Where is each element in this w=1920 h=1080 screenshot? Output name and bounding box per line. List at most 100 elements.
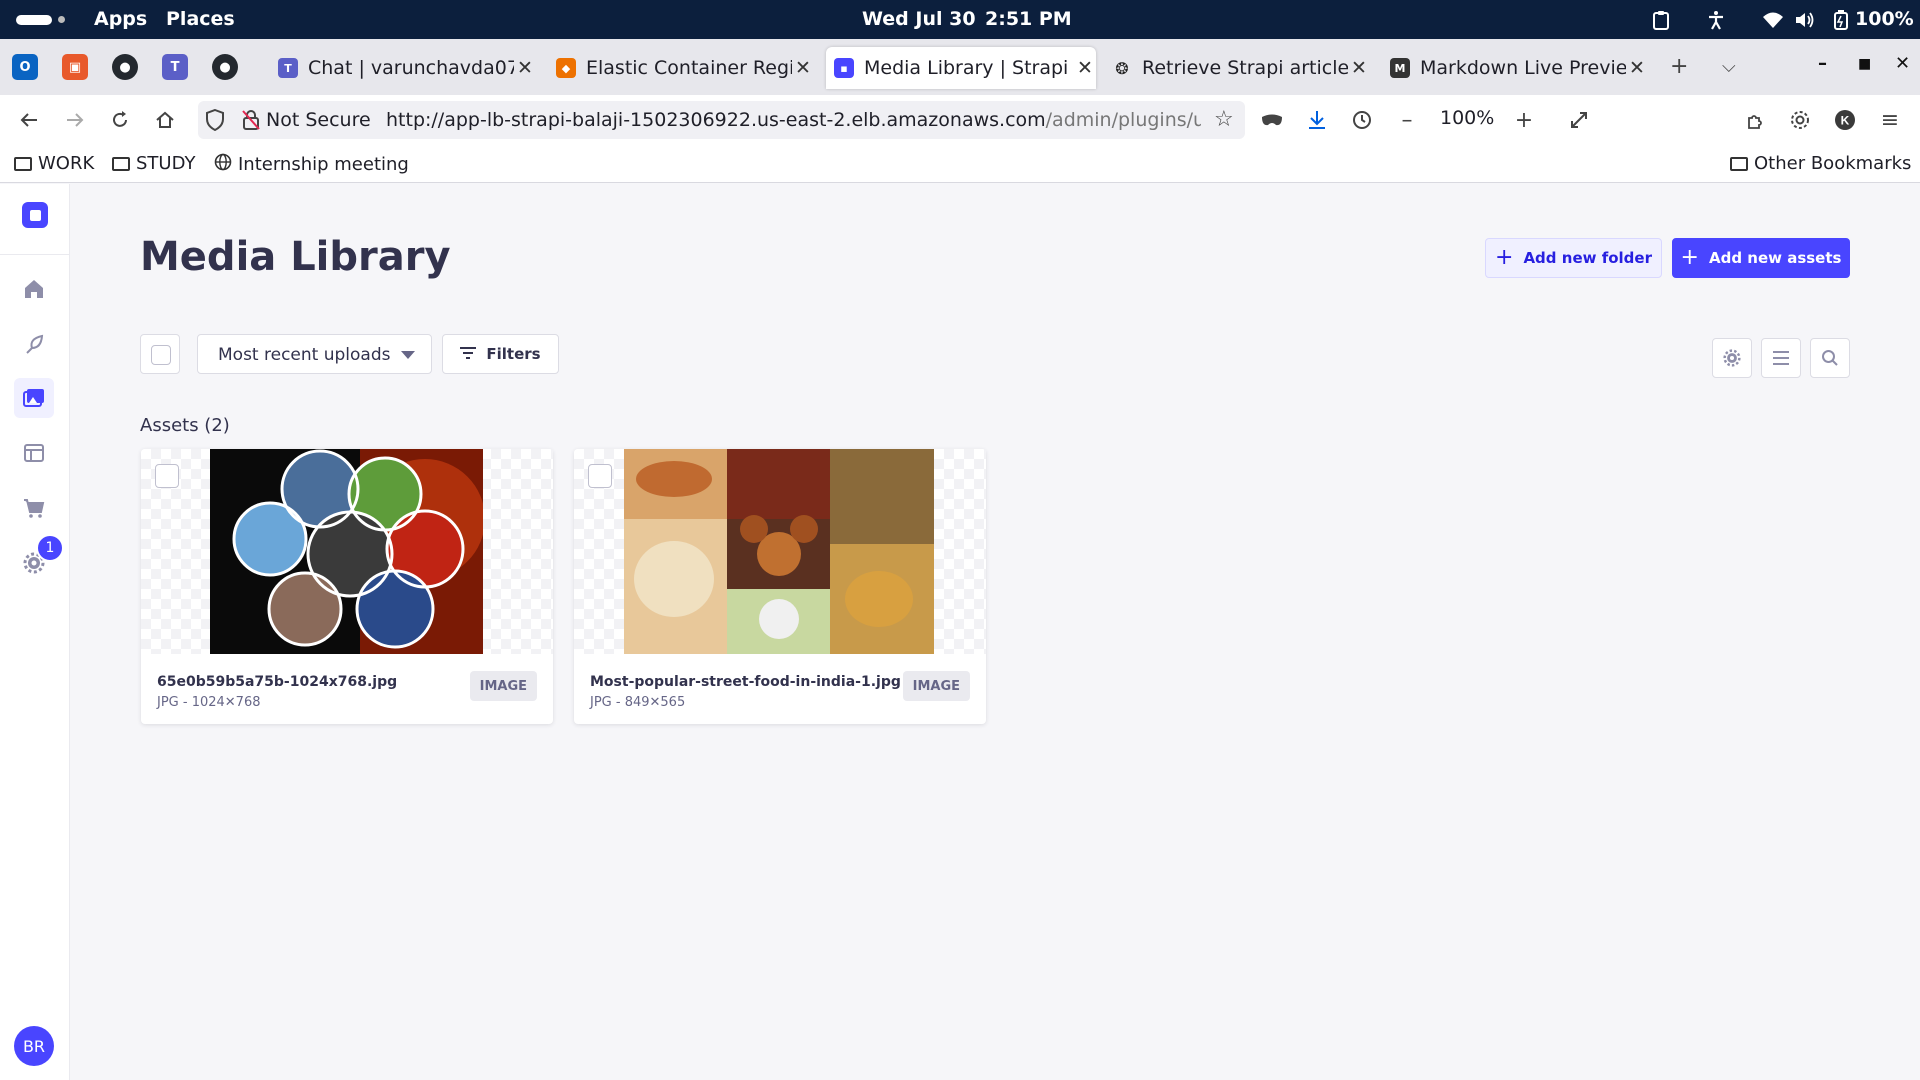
system-top-bar: Apps Places Wed Jul 30 2:51 PM 100% <box>0 0 1920 39</box>
asset-select-checkbox[interactable] <box>155 464 179 488</box>
content-manager-layout-icon[interactable] <box>14 433 54 473</box>
outlook-pinned-tab-icon[interactable]: O <box>12 54 38 80</box>
download-icon[interactable] <box>1304 107 1330 133</box>
add-new-assets-button[interactable]: + Add new assets <box>1672 238 1850 278</box>
strapi-main-nav: 1 BR <box>0 184 70 1080</box>
github-pinned-tab-icon[interactable]: ● <box>112 54 138 80</box>
wifi-icon[interactable] <box>1762 9 1784 31</box>
asset-type-badge: IMAGE <box>902 671 970 701</box>
account-avatar-icon[interactable]: K <box>1832 107 1858 133</box>
sort-select[interactable]: Most recent uploads <box>197 334 432 374</box>
apps-menu[interactable]: Apps <box>94 8 147 30</box>
back-arrow-icon[interactable] <box>16 107 42 133</box>
workspace-dot <box>58 16 65 23</box>
address-bar[interactable]: Not Secure http://app-lb-strapi-balaji-1… <box>198 101 1245 139</box>
page-title: Media Library <box>140 234 451 280</box>
button-label: Add new folder <box>1523 249 1652 267</box>
close-icon[interactable]: ✕ <box>1074 57 1096 79</box>
clock-time[interactable]: 2:51 PM <box>985 8 1072 30</box>
accessibility-icon[interactable] <box>1705 9 1727 31</box>
asset-type-badge: IMAGE <box>469 671 537 701</box>
asset-meta: JPG - 849✕565 <box>590 695 686 710</box>
insecure-lock-icon[interactable] <box>242 109 260 135</box>
other-bookmarks-folder[interactable]: Other Bookmarks <box>1730 153 1911 174</box>
places-menu[interactable]: Places <box>166 8 235 30</box>
new-tab-plus-icon[interactable]: + <box>1670 54 1688 79</box>
tracking-shield-icon[interactable] <box>206 108 224 135</box>
folder-icon <box>112 156 130 171</box>
zoom-out-minus-icon[interactable]: – <box>1394 107 1420 133</box>
private-mask-icon[interactable] <box>1259 107 1285 133</box>
window-close-icon[interactable]: ✕ <box>1895 53 1910 74</box>
asset-filename: 65e0b59b5a75b-1024x768.jpg <box>157 674 398 690</box>
bookmark-star-icon[interactable]: ☆ <box>1214 107 1234 132</box>
openai-icon: ❂ <box>1112 58 1132 78</box>
bookmark-label: STUDY <box>136 153 196 174</box>
minimize-icon[interactable]: – <box>1818 53 1827 74</box>
asset-select-checkbox[interactable] <box>588 464 612 488</box>
volume-icon[interactable] <box>1794 9 1816 31</box>
sort-selected-value: Most recent uploads <box>218 345 391 365</box>
url-host: http://app-lb-strapi-balaji-1502306922.u… <box>386 109 1046 131</box>
divider <box>0 254 69 255</box>
home-nav-icon[interactable] <box>14 269 54 309</box>
maximize-icon[interactable]: ■ <box>1858 56 1871 72</box>
clipboard-icon[interactable] <box>1650 9 1672 31</box>
bookmark-folder-work[interactable]: WORK <box>14 153 94 174</box>
tab-teams-chat[interactable]: T Chat | varunchavda078 ✕ <box>270 47 536 89</box>
add-new-folder-button[interactable]: + Add new folder <box>1485 238 1662 278</box>
bookmarks-bar: WORK STUDY Internship meeting Other Book… <box>0 145 1920 183</box>
search-icon[interactable] <box>1810 338 1850 378</box>
clock-date[interactable]: Wed Jul 30 <box>862 8 976 30</box>
zoom-in-plus-icon[interactable]: + <box>1511 107 1537 133</box>
list-view-icon[interactable] <box>1761 338 1801 378</box>
home-icon[interactable] <box>152 107 178 133</box>
bookmark-internship-meeting[interactable]: Internship meeting <box>214 153 409 176</box>
plus-icon: + <box>1495 245 1514 270</box>
fullscreen-expand-icon[interactable] <box>1566 107 1592 133</box>
tab-media-library-strapi[interactable]: ▪ Media Library | Strapi ✕ <box>826 47 1096 89</box>
asset-image-street-food-collage[interactable] <box>624 449 934 654</box>
close-icon[interactable]: ✕ <box>792 57 814 79</box>
bookmark-folder-study[interactable]: STUDY <box>112 153 195 174</box>
teams-pinned-tab-icon[interactable]: T <box>162 54 188 80</box>
reload-icon[interactable] <box>107 107 133 133</box>
user-avatar[interactable]: BR <box>14 1026 54 1066</box>
close-icon[interactable]: ✕ <box>1626 57 1648 79</box>
asset-card[interactable]: Most-popular-street-food-in-india-1.jpg … <box>574 449 986 724</box>
battery-icon[interactable] <box>1830 9 1852 31</box>
browser-tab-bar: O ▣ ● T ● T Chat | varunchavda078 ✕ ◆ El… <box>0 39 1920 95</box>
tab-list-chevron-down-icon[interactable]: ⌵ <box>1722 56 1736 77</box>
forward-arrow-icon[interactable] <box>62 107 88 133</box>
button-label: Add new assets <box>1708 249 1842 267</box>
tab-retrieve-strapi-article[interactable]: ❂ Retrieve Strapi article da ✕ <box>1104 47 1370 89</box>
content-type-builder-feather-icon[interactable] <box>14 324 54 364</box>
office-pinned-tab-icon[interactable]: ▣ <box>62 54 88 80</box>
close-icon[interactable]: ✕ <box>1348 57 1370 79</box>
extensions-puzzle-icon[interactable] <box>1742 107 1768 133</box>
marketplace-cart-icon[interactable] <box>14 488 54 528</box>
strapi-logo-icon[interactable] <box>22 202 48 228</box>
select-all-checkbox[interactable] <box>140 334 180 374</box>
browser-nav-bar: Not Secure http://app-lb-strapi-balaji-1… <box>0 95 1920 145</box>
url-text[interactable]: http://app-lb-strapi-balaji-1502306922.u… <box>386 109 1201 131</box>
hamburger-menu-icon[interactable]: ≡ <box>1877 107 1903 133</box>
tab-elastic-container-registry[interactable]: ◆ Elastic Container Regist ✕ <box>548 47 814 89</box>
configure-view-gear-icon[interactable] <box>1712 338 1752 378</box>
filters-button[interactable]: Filters <box>442 334 559 374</box>
media-library-image-icon[interactable] <box>14 378 54 418</box>
asset-card[interactable]: 65e0b59b5a75b-1024x768.jpg JPG - 1024✕76… <box>141 449 553 724</box>
github-pinned-tab-icon[interactable]: ● <box>212 54 238 80</box>
asset-image-games-collage[interactable] <box>210 449 483 654</box>
settings-gear-icon[interactable] <box>1787 107 1813 133</box>
zoom-level[interactable]: 100% <box>1440 107 1494 129</box>
close-icon[interactable]: ✕ <box>514 57 536 79</box>
folder-icon <box>14 156 32 171</box>
history-clock-icon[interactable] <box>1349 107 1375 133</box>
globe-icon <box>214 153 232 176</box>
activities-indicator[interactable] <box>16 15 52 25</box>
tab-markdown-live-preview[interactable]: M Markdown Live Preview ✕ <box>1382 47 1648 89</box>
not-secure-label[interactable]: Not Secure <box>266 109 371 131</box>
settings-notification-badge: 1 <box>36 534 64 562</box>
teams-icon: T <box>278 58 298 78</box>
